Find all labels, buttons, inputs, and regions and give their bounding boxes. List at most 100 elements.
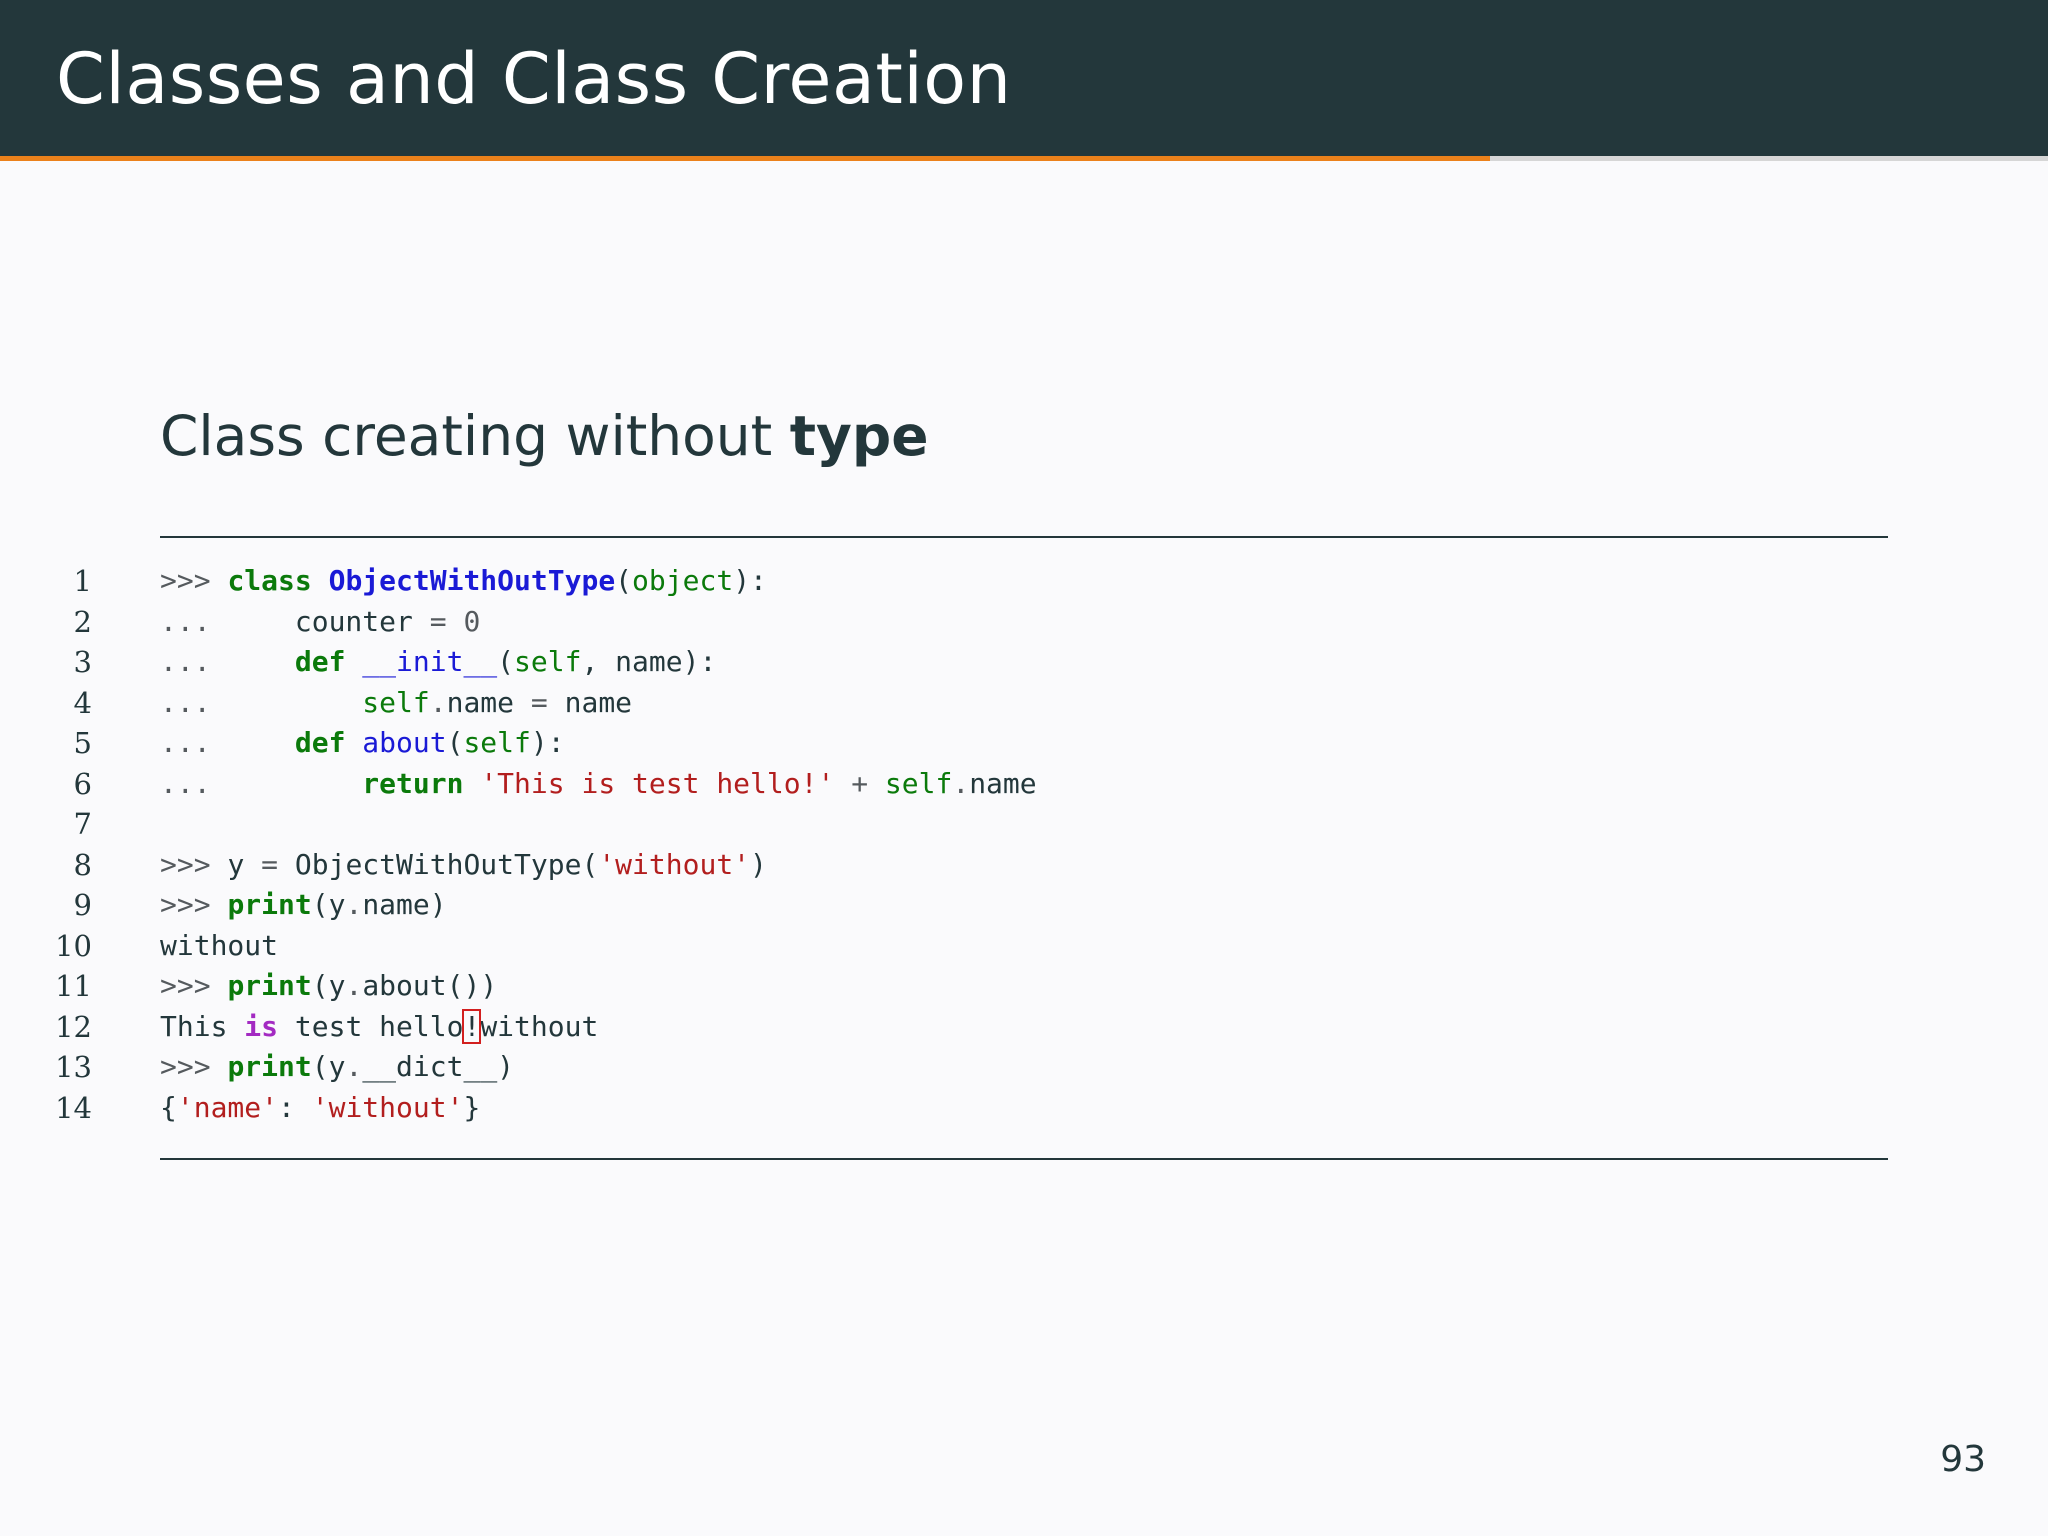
code-token: (y <box>311 888 346 921</box>
code-token: def <box>294 645 346 678</box>
section-subtitle: Class creating without type <box>160 396 929 476</box>
code-token: 'name' <box>176 1090 279 1124</box>
code-token: name) <box>362 888 447 921</box>
code-line: 13 >>> print(y.__dict__) <box>0 1047 2048 1088</box>
code-token: self <box>884 766 953 800</box>
code-token: ... <box>160 685 363 719</box>
slide-title: Classes and Class Creation <box>56 38 1012 120</box>
code-line: 8 >>> y = ObjectWithOutType('without') <box>0 845 2048 886</box>
code-token: ... <box>160 766 363 800</box>
code-token: ... <box>160 645 295 678</box>
code-token: . <box>345 888 363 921</box>
line-number: 4 <box>73 685 92 720</box>
code-listing: 1 >>> class ObjectWithOutType(object): 2..… <box>0 561 2048 1128</box>
code-token: (y <box>311 969 346 1002</box>
code-token: __init__ <box>362 645 498 678</box>
code-token: = <box>530 685 548 719</box>
code-token: = <box>429 604 447 638</box>
code-line: 4 ... self.name = name <box>0 683 2048 724</box>
line-code: ... counter = 0 <box>160 602 480 643</box>
code-line: 11 >>> print(y.about()) <box>0 966 2048 1007</box>
code-token: ObjectWithOutType <box>328 564 616 597</box>
code-token: } <box>463 1090 481 1124</box>
code-token: (y <box>311 1050 346 1083</box>
code-token: : <box>278 1090 312 1124</box>
code-token: >>> <box>160 564 228 597</box>
code-token: = <box>261 847 279 881</box>
code-token: >>> <box>160 969 228 1002</box>
code-token: self <box>362 685 430 719</box>
line-number: 10 <box>55 928 92 963</box>
code-token: self <box>463 726 531 759</box>
line-code: >>> print(y.name) <box>160 885 447 926</box>
line-number: 3 <box>73 645 92 679</box>
line-code: >>> print(y.about()) <box>160 966 497 1007</box>
code-token: ... <box>160 726 295 759</box>
code-line: 6... return 'This is test hello!' + self… <box>0 764 2048 805</box>
line-number: 11 <box>55 969 92 1003</box>
code-token: >>> <box>160 847 228 881</box>
code-token: without <box>160 928 279 962</box>
code-token: ) <box>750 847 767 881</box>
code-line: 9 >>> print(y.name) <box>0 885 2048 926</box>
code-token: . <box>345 969 363 1002</box>
code-token: about <box>362 726 447 759</box>
code-token: ! <box>462 1008 482 1044</box>
code-token: about()) <box>362 969 498 1002</box>
code-top-rule <box>160 536 1888 538</box>
code-line: 5... def about(self): <box>0 723 2048 764</box>
line-code: without <box>160 926 278 967</box>
line-number: 9 <box>73 888 92 922</box>
code-token: . <box>429 685 447 719</box>
subtitle-text: Class creating without <box>160 404 790 468</box>
line-code: ... self.name = name <box>160 683 632 724</box>
line-code: ... def about(self): <box>160 723 565 764</box>
code-token: def <box>294 726 346 759</box>
code-token: ObjectWithOutType( <box>278 847 599 881</box>
line-number: 7 <box>73 807 92 841</box>
subtitle-keyword: type <box>789 404 929 468</box>
slide-header: Classes and Class Creation <box>0 0 2048 156</box>
code-token: This <box>160 1009 245 1043</box>
line-number: 12 <box>55 1009 92 1044</box>
code-token: __dict__) <box>362 1050 515 1083</box>
progress-bar-fill <box>0 156 1490 161</box>
code-token: , name): <box>581 645 717 678</box>
code-token: { <box>160 1090 177 1124</box>
code-token: ( <box>497 645 515 678</box>
code-token: self <box>514 645 582 678</box>
page-number: 93 <box>1940 1439 1986 1480</box>
code-token: print <box>227 888 312 921</box>
code-line: 7 <box>0 804 2048 845</box>
progress-bar-track <box>0 156 2048 161</box>
code-token: + <box>851 766 869 800</box>
line-code: {'name': 'without'} <box>160 1088 480 1129</box>
code-token: >>> <box>160 888 228 921</box>
code-token: ): <box>530 726 565 759</box>
code-token: ): <box>733 564 767 597</box>
code-token: 'This is test hello!' <box>480 766 835 800</box>
code-token: ( <box>446 726 464 759</box>
code-token: print <box>227 1050 312 1083</box>
code-token: . <box>345 1050 363 1083</box>
code-token: name <box>446 685 531 719</box>
code-token: . <box>952 766 970 800</box>
code-token: 'without' <box>311 1090 464 1124</box>
line-number: 2 <box>73 604 92 639</box>
code-token: class <box>227 564 312 597</box>
line-code: >>> class ObjectWithOutType(object): <box>160 561 767 602</box>
code-token: ... <box>160 604 295 638</box>
line-number: 14 <box>55 1090 92 1125</box>
code-token: ( <box>615 564 633 597</box>
code-token: y <box>227 847 262 881</box>
line-code: ... return 'This is test hello!' + self.… <box>160 764 1037 805</box>
code-line: 1 >>> class ObjectWithOutType(object): <box>0 561 2048 602</box>
line-code: This is test hello!without <box>160 1007 598 1048</box>
code-token: without <box>480 1009 599 1043</box>
line-code: >>> print(y.__dict__) <box>160 1047 514 1088</box>
